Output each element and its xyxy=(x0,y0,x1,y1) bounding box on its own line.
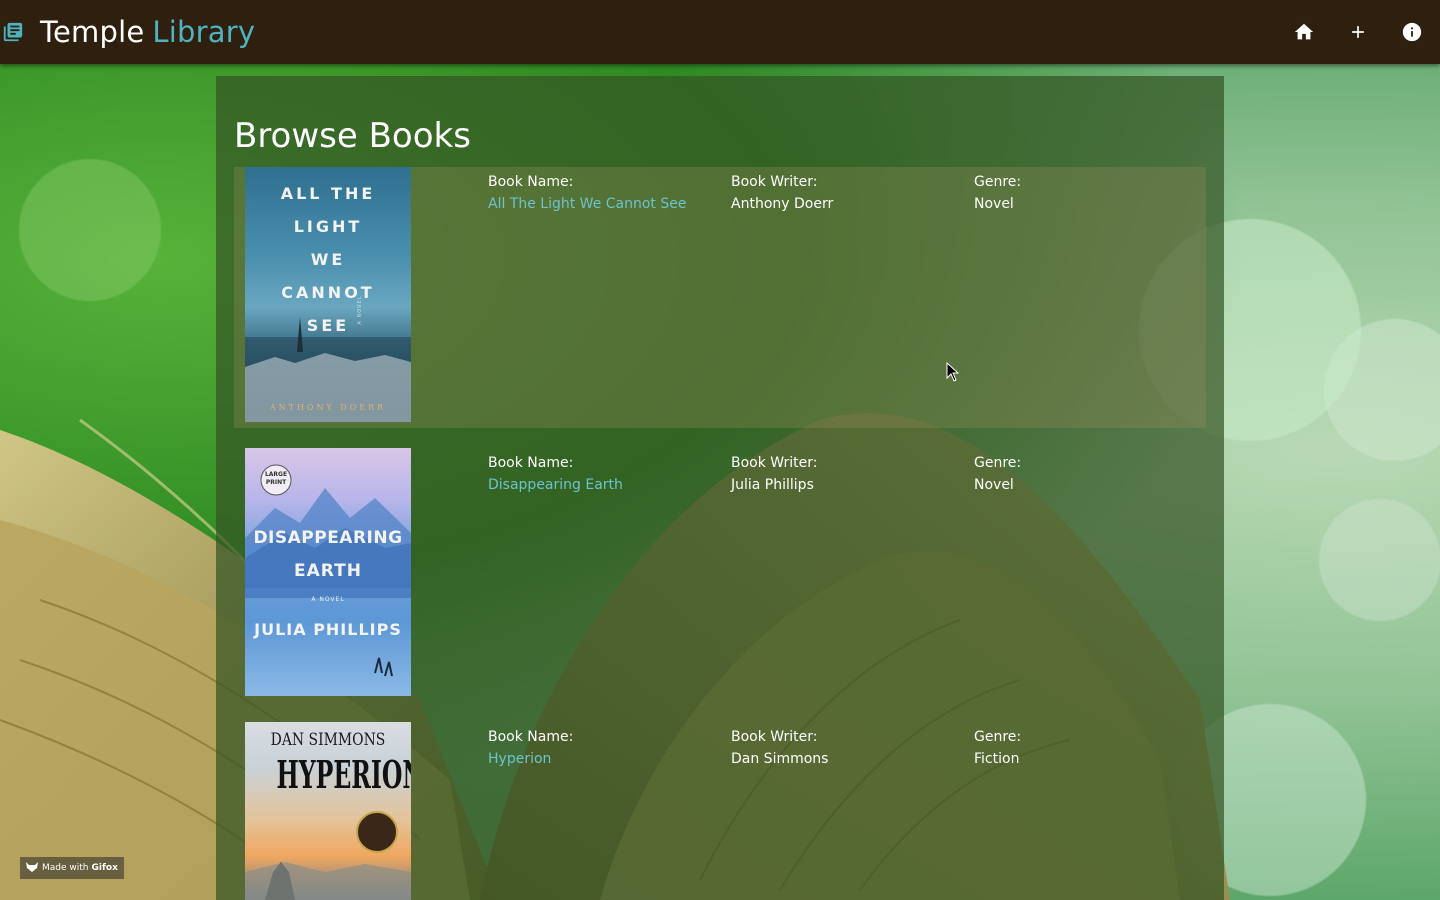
book-name-link[interactable]: Hyperion xyxy=(488,748,573,770)
watermark-brand: Gifox xyxy=(91,863,118,873)
book-name-field: Book Name: Disappearing Earth xyxy=(488,452,623,496)
plus-icon[interactable] xyxy=(1346,20,1370,44)
cover-title-line: SEE xyxy=(306,316,350,335)
book-writer-value: Dan Simmons xyxy=(731,751,829,767)
app-title-main: Temple xyxy=(40,15,145,49)
book-writer-value: Julia Phillips xyxy=(731,477,814,493)
cover-tag: A NOVEL xyxy=(357,295,363,325)
book-writer-field: Book Writer: Anthony Doerr xyxy=(731,171,833,215)
cover-title-line: EARTH xyxy=(294,561,362,581)
app-title-accent: Library xyxy=(152,15,256,49)
cover-author: JULIA PHILLIPS xyxy=(254,620,402,639)
mouse-cursor-icon xyxy=(946,361,960,386)
watermark-prefix: Made with xyxy=(42,863,89,873)
cover-author: ANTHONY DOERR xyxy=(269,403,387,412)
book-writer-label: Book Writer: xyxy=(731,455,818,471)
genre-field: Genre: Fiction xyxy=(974,726,1021,770)
book-name-link[interactable]: All The Light We Cannot See xyxy=(488,193,687,215)
genre-value: Novel xyxy=(974,196,1014,212)
book-writer-field: Book Writer: Dan Simmons xyxy=(731,726,828,770)
fox-icon xyxy=(26,861,38,875)
book-row[interactable]: DAN SIMMONS HYPERION Book Name: Hyperion… xyxy=(234,722,1206,900)
genre-label: Genre: xyxy=(974,729,1022,745)
book-cover[interactable]: ALL THE LIGHT WE CANNOT SEE A NOVEL ANTH… xyxy=(245,167,411,422)
book-row[interactable]: ALL THE LIGHT WE CANNOT SEE A NOVEL ANTH… xyxy=(234,167,1206,428)
cover-author: DAN SIMMONS xyxy=(270,730,386,750)
book-name-label: Book Name: xyxy=(488,729,574,745)
app-title: Temple Library xyxy=(40,15,255,49)
browse-panel: Browse Books ALL THE LIGHT WE CANNOT SEE… xyxy=(216,76,1224,900)
genre-field: Genre: Novel xyxy=(974,171,1021,215)
cover-title-line: DISAPPEARING xyxy=(253,528,403,548)
cover-title-line: WE xyxy=(310,250,346,269)
info-icon[interactable] xyxy=(1400,20,1424,44)
page-title: Browse Books xyxy=(234,116,471,156)
book-row[interactable]: LARGE PRINT DISAPPEARING EARTH A NOVEL J… xyxy=(234,448,1206,702)
genre-field: Genre: Novel xyxy=(974,452,1021,496)
cover-tag: A NOVEL xyxy=(311,596,345,603)
book-name-field: Book Name: All The Light We Cannot See xyxy=(488,171,687,215)
cover-title-line: CANNOT xyxy=(281,283,375,302)
book-writer-field: Book Writer: Julia Phillips xyxy=(731,452,817,496)
book-cover[interactable]: LARGE PRINT DISAPPEARING EARTH A NOVEL J… xyxy=(245,448,411,696)
genre-label: Genre: xyxy=(974,455,1022,471)
book-name-field: Book Name: Hyperion xyxy=(488,726,573,770)
book-name-label: Book Name: xyxy=(488,455,574,471)
home-icon[interactable] xyxy=(1292,20,1316,44)
book-writer-value: Anthony Doerr xyxy=(731,196,834,212)
book-name-label: Book Name: xyxy=(488,174,574,190)
genre-label: Genre: xyxy=(974,174,1022,190)
cover-badge: LARGE PRINT xyxy=(264,471,288,486)
genre-value: Novel xyxy=(974,477,1014,493)
top-app-bar: Temple Library xyxy=(0,0,1440,64)
book-name-link[interactable]: Disappearing Earth xyxy=(488,474,623,496)
book-writer-label: Book Writer: xyxy=(731,729,818,745)
top-nav xyxy=(1262,0,1424,64)
brand[interactable]: Temple Library xyxy=(0,0,255,64)
book-writer-label: Book Writer: xyxy=(731,174,818,190)
cover-title-line: LIGHT xyxy=(293,217,363,236)
gifox-watermark: Made with Gifox xyxy=(20,857,124,879)
genre-value: Fiction xyxy=(974,751,1020,767)
cover-title-line: ALL THE xyxy=(280,184,376,203)
book-cover[interactable]: DAN SIMMONS HYPERION xyxy=(245,722,411,900)
library-books-icon xyxy=(2,21,24,43)
cover-title-line: HYPERION xyxy=(276,752,411,797)
